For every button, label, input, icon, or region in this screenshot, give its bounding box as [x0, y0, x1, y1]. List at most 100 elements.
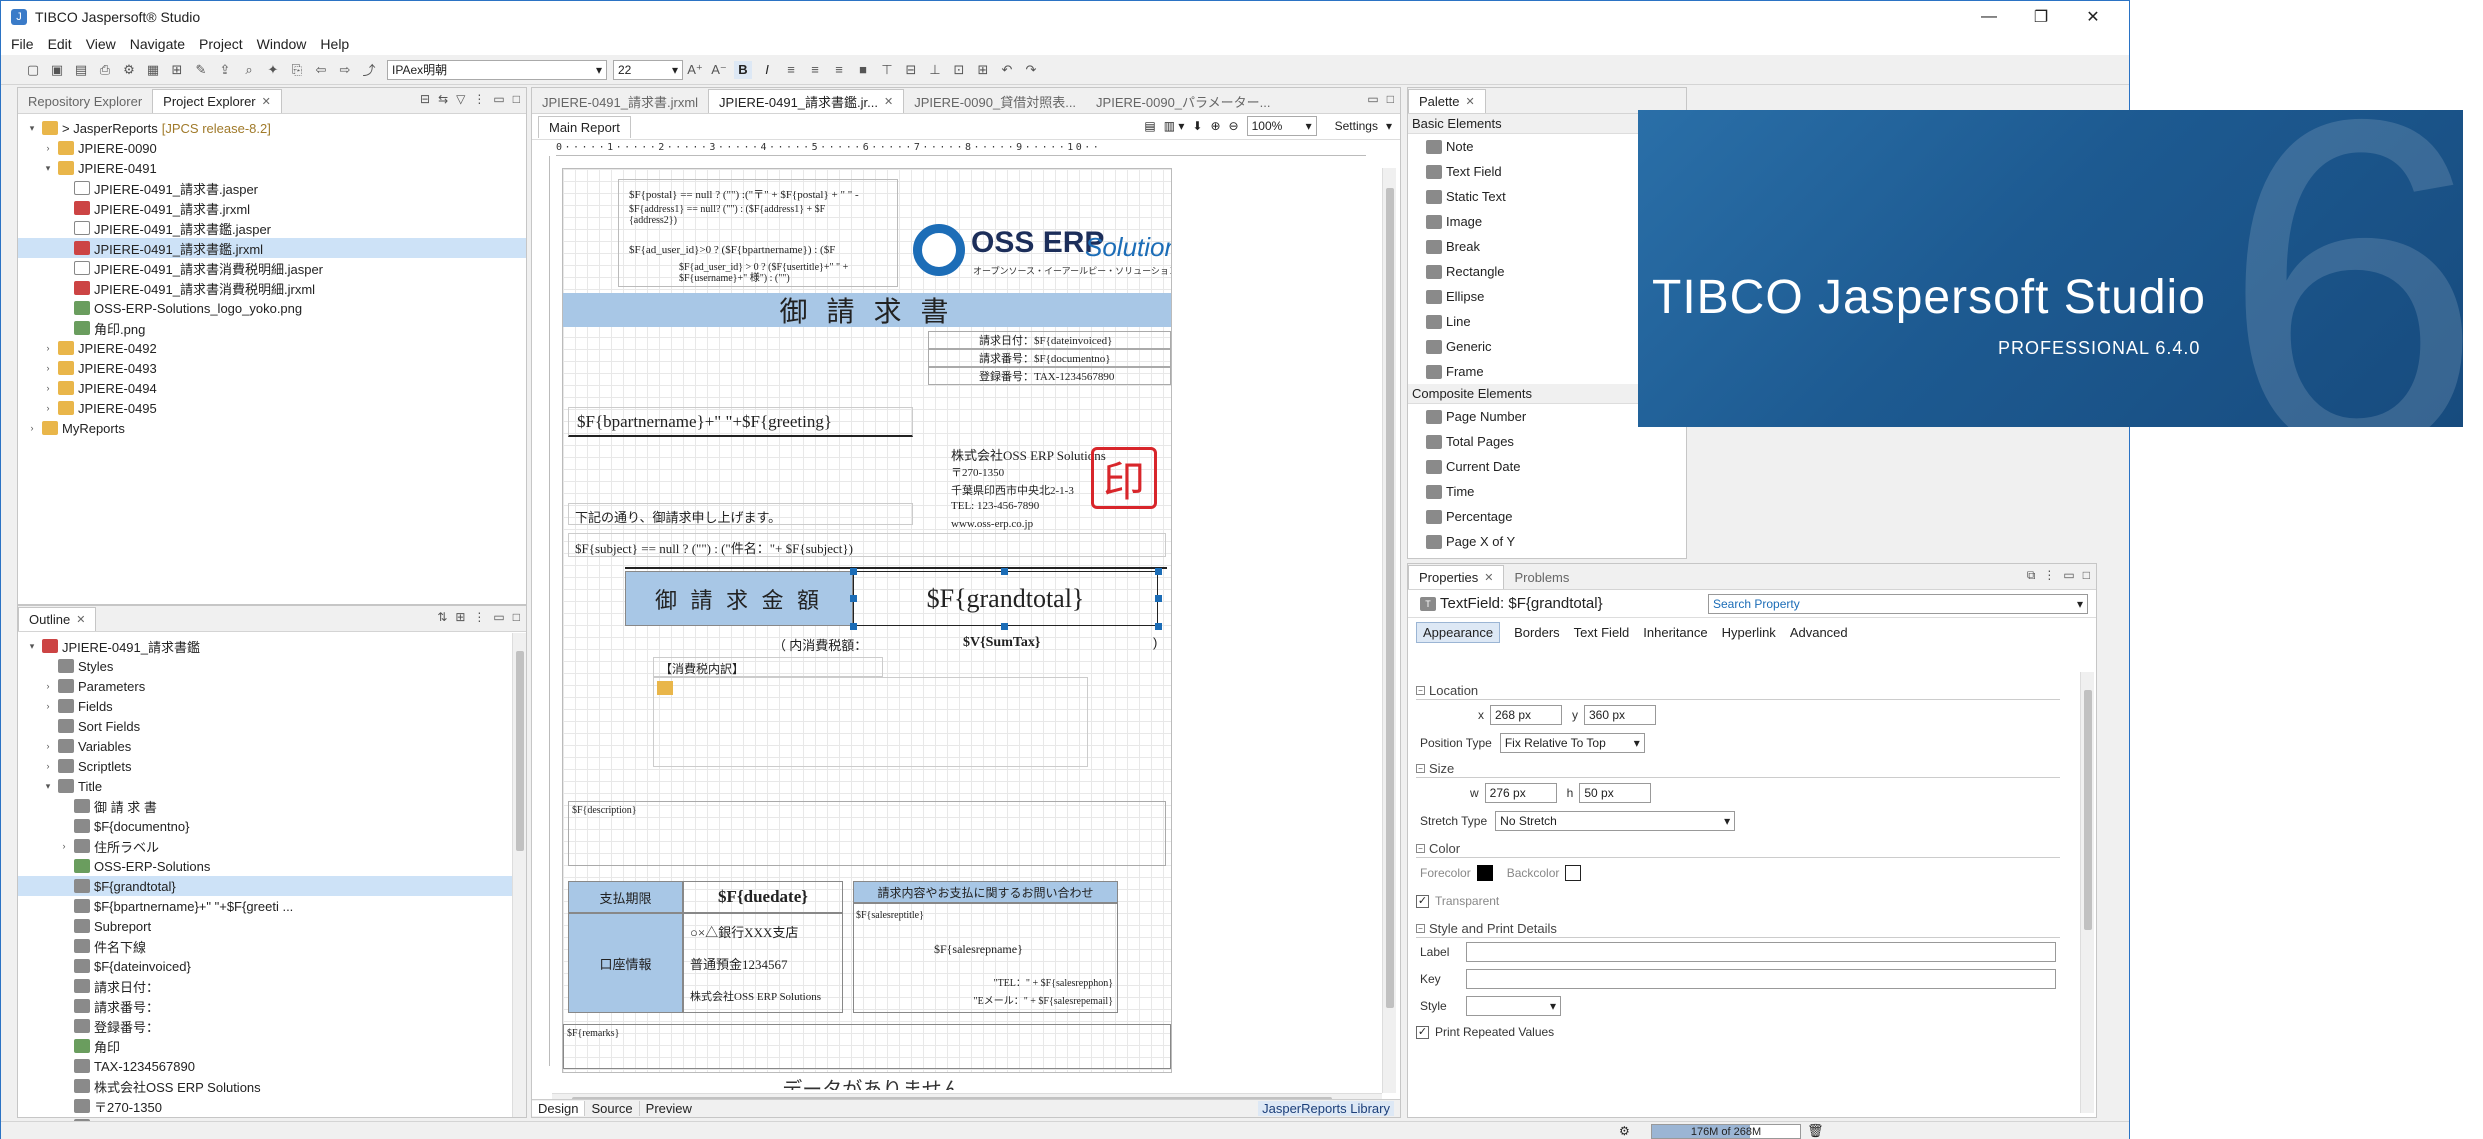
tree-item[interactable]: JPIERE-0491_請求書鑑.jrxml: [18, 238, 526, 258]
align-center-icon[interactable]: ≡: [806, 61, 824, 79]
layout-icon[interactable]: ▤: [1144, 119, 1155, 133]
tree-item[interactable]: 請求日付：: [18, 976, 526, 996]
tree-item[interactable]: OSS-ERP-Solutions_logo_yoko.png: [18, 298, 526, 318]
tree-item[interactable]: ▾ JPIERE-0491_請求書鑑: [18, 636, 526, 656]
tree-item[interactable]: $F{documentno}: [18, 816, 526, 836]
maximize-icon[interactable]: □: [513, 610, 520, 624]
tab-source[interactable]: Source: [585, 1101, 640, 1116]
address-field[interactable]: $F{address1} == null? ("") : ($F{address…: [629, 204, 869, 226]
due-value[interactable]: $F{duedate}: [683, 881, 843, 913]
tree-item[interactable]: JPIERE-0491_請求書鑑.jasper: [18, 218, 526, 238]
aduser-field[interactable]: $F{ad_user_id}>0 ? ($F{bpartnername}) : …: [629, 244, 835, 256]
menu-help[interactable]: Help: [320, 36, 349, 52]
tax-value[interactable]: $V{SumTax}: [963, 635, 1040, 651]
grandtotal-field[interactable]: $F{grandtotal}: [853, 571, 1158, 626]
outline-scrollbar[interactable]: [512, 633, 526, 1117]
color-section[interactable]: − Color: [1416, 840, 2060, 858]
tree-item[interactable]: JPIERE-0491_請求書.jasper: [18, 178, 526, 198]
tree-item[interactable]: TAX-1234567890: [18, 1056, 526, 1076]
close-icon[interactable]: ✕: [262, 95, 271, 108]
style-select[interactable]: ▾: [1466, 996, 1561, 1016]
collapse-icon[interactable]: ⊟: [420, 92, 430, 106]
minimize-icon[interactable]: ▭: [1367, 92, 1378, 106]
new-icon[interactable]: ▢: [24, 61, 42, 79]
save-all-icon[interactable]: ▤: [72, 61, 90, 79]
close-icon[interactable]: ✕: [76, 613, 85, 626]
x-input[interactable]: 268 px: [1490, 705, 1562, 725]
tree-item[interactable]: › Variables: [18, 736, 526, 756]
publish-icon[interactable]: ⇪: [216, 61, 234, 79]
menu-navigate[interactable]: Navigate: [130, 36, 185, 52]
tree-item[interactable]: JPIERE-0491_請求書.jrxml: [18, 198, 526, 218]
bold-icon[interactable]: B: [734, 60, 752, 79]
expand-toggle-icon[interactable]: ›: [42, 761, 54, 771]
gc-trash-icon[interactable]: 🗑: [1807, 1123, 1824, 1139]
tree-item[interactable]: › Parameters: [18, 676, 526, 696]
style-print-section[interactable]: − Style and Print Details: [1416, 920, 2060, 938]
print-icon[interactable]: ⎙: [96, 61, 114, 79]
properties-subtab[interactable]: Inheritance: [1643, 625, 1707, 640]
tree-item[interactable]: Sort Fields: [18, 716, 526, 736]
menu-project[interactable]: Project: [199, 36, 243, 52]
company-tel[interactable]: TEL: 123-456-7890: [951, 500, 1039, 512]
close-icon[interactable]: ✕: [1465, 95, 1474, 108]
close-icon[interactable]: ✕: [884, 95, 893, 108]
expand-toggle-icon[interactable]: ▾: [26, 123, 38, 134]
menu-icon[interactable]: ⋮: [2043, 568, 2055, 583]
forecolor-swatch[interactable]: [1476, 865, 1493, 881]
palette-item[interactable]: Total Pages: [1408, 429, 1686, 454]
paste-icon[interactable]: ⎘: [288, 61, 306, 79]
compile-icon[interactable]: ⚙: [120, 61, 138, 79]
menu-file[interactable]: File: [11, 36, 34, 52]
palette-item[interactable]: Percentage: [1408, 504, 1686, 529]
report-title[interactable]: 御 請 求 書: [563, 293, 1171, 328]
properties-subtab[interactable]: Appearance: [1416, 621, 1501, 643]
greeting-text[interactable]: 下記の通り、御請求申し上げます。: [568, 503, 913, 525]
properties-scrollbar[interactable]: [2080, 672, 2094, 1113]
tab-outline[interactable]: Outline ✕: [18, 607, 97, 631]
company-name[interactable]: 株式会社OSS ERP Solutions: [951, 445, 1106, 464]
tree-item[interactable]: Subreport: [18, 916, 526, 936]
zoom-out-icon[interactable]: ⊖: [1229, 119, 1239, 133]
tab-properties[interactable]: Properties ✕: [1408, 565, 1505, 589]
tree-item[interactable]: › 住所ラベル: [18, 836, 526, 856]
canvas-vscroll[interactable]: [1382, 168, 1396, 1093]
tree-item[interactable]: Styles: [18, 656, 526, 676]
forward-icon[interactable]: ⇨: [336, 61, 354, 79]
tab-editor-2[interactable]: JPIERE-0491_請求書鑑.jr... ✕: [708, 89, 905, 113]
tree-item[interactable]: $F{grandtotal}: [18, 876, 526, 896]
dataset-icon[interactable]: ⊞: [168, 61, 186, 79]
tax-subreport[interactable]: [653, 677, 1088, 767]
maximize-icon[interactable]: □: [2083, 568, 2090, 583]
tree-item[interactable]: › JPIERE-0493: [18, 358, 526, 378]
expand-toggle-icon[interactable]: ›: [42, 741, 54, 751]
view-icon[interactable]: ▥ ▾: [1164, 119, 1185, 133]
tree-item[interactable]: ▾ > JasperReports [JPCS release-8.2]: [18, 118, 526, 138]
edit-icon[interactable]: ✎: [192, 61, 210, 79]
invoice-date-field[interactable]: 請求日付：$F{dateinvoiced}: [928, 331, 1171, 349]
expand-toggle-icon[interactable]: ›: [42, 383, 54, 393]
tree-item[interactable]: JPIERE-0491_請求書消費税明細.jrxml: [18, 278, 526, 298]
label-input[interactable]: [1466, 942, 2056, 962]
expand-toggle-icon[interactable]: ›: [42, 701, 54, 711]
italic-icon[interactable]: I: [758, 61, 776, 79]
tree-item[interactable]: $F{dateinvoiced}: [18, 956, 526, 976]
restore-button[interactable]: ❐: [2015, 1, 2067, 33]
company-url[interactable]: www.oss-erp.co.jp: [951, 518, 1033, 530]
valign-bottom-icon[interactable]: ⊥: [926, 61, 944, 79]
bank-info[interactable]: ○×△銀行XXX支店 普通預金1234567 株式会社OSS ERP Solut…: [683, 913, 843, 1013]
tree-item[interactable]: › JPIERE-0494: [18, 378, 526, 398]
nodata-band[interactable]: データがありません: [667, 1076, 1077, 1090]
inquiry-label[interactable]: 請求内容やお支払に関するお問い合わせ: [853, 881, 1118, 903]
report-canvas[interactable]: $F{postal} == null ? ("") :("〒" + $F{pos…: [562, 168, 1172, 1073]
stretch-type-select[interactable]: No Stretch ▾: [1495, 811, 1736, 831]
maximize-icon[interactable]: □: [1387, 92, 1394, 106]
palette-item[interactable]: Current Date: [1408, 454, 1686, 479]
tab-project-explorer[interactable]: Project Explorer ✕: [152, 89, 282, 113]
close-button[interactable]: ✕: [2067, 1, 2119, 33]
align-left-icon[interactable]: ≡: [782, 61, 800, 79]
company-postcode[interactable]: 〒270-1350: [951, 464, 1004, 480]
invoice-no-field[interactable]: 請求番号：$F{documentno}: [928, 349, 1171, 367]
size-icon[interactable]: ⊡: [950, 61, 968, 79]
wand-icon[interactable]: ✦: [264, 61, 282, 79]
